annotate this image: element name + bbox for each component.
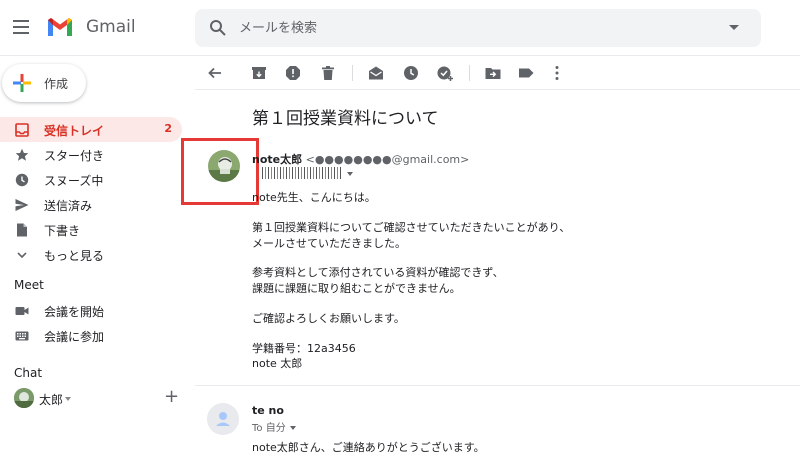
back-icon[interactable]: [206, 64, 224, 82]
archive-icon[interactable]: [250, 64, 268, 82]
message-body-line: 参考資料として添付されている資料が確認できず、: [252, 266, 504, 279]
sidebar-item-starred[interactable]: スター付き: [0, 142, 182, 167]
add-chat-icon[interactable]: +: [164, 386, 179, 407]
sidebar-item-label: スヌーズ中: [44, 174, 104, 188]
message-body-line: 第１回授業資料についてご確認させていただきたいことがあり、: [252, 221, 571, 234]
unread-count: 2: [164, 122, 172, 135]
sidebar-item-label: 受信トレイ: [44, 124, 105, 138]
move-to-icon[interactable]: [484, 64, 502, 82]
report-spam-icon[interactable]: [284, 64, 302, 82]
sender-name: note太郎: [252, 153, 303, 166]
chevron-down-icon[interactable]: [65, 397, 71, 401]
sidebar-item-join-meeting[interactable]: 会議に参加: [0, 323, 182, 348]
message-body-line: 課題に課題に取り組むことができません。: [252, 282, 461, 295]
gmail-logo-icon[interactable]: [46, 16, 74, 38]
sidebar-item-start-meeting[interactable]: 会議を開始: [0, 298, 182, 323]
sidebar: 作成 受信トレイ 2 スター付き スヌーズ中 送信済み 下書き もっと見る Me…: [0, 56, 190, 458]
message-toolbar: [195, 56, 800, 90]
reply-body-line: note太郎さん、ご連絡ありがとうございます。: [252, 441, 485, 454]
reply-recipient-label: To 自分: [252, 423, 286, 434]
search-options-icon[interactable]: [729, 25, 739, 30]
sidebar-item-label: もっと見る: [44, 249, 105, 263]
sidebar-item-sent[interactable]: 送信済み: [0, 192, 182, 217]
inbox-icon: [15, 123, 29, 137]
send-icon: [15, 199, 29, 211]
obscured-recipient: [262, 167, 342, 179]
reply-sender-name: te no: [252, 404, 284, 417]
message-body-line: 学籍番号：12a3456: [252, 342, 356, 355]
sidebar-item-drafts[interactable]: 下書き: [0, 217, 182, 242]
draft-icon: [17, 223, 27, 237]
app-name[interactable]: Gmail: [86, 17, 136, 37]
sidebar-item-label: 下書き: [44, 224, 81, 238]
main-menu-icon[interactable]: [13, 20, 29, 34]
message-body-line: note 太郎: [252, 357, 303, 370]
sidebar-item-label: 会議に参加: [44, 330, 105, 344]
chevron-down-icon[interactable]: [289, 426, 296, 430]
chevron-down-icon[interactable]: [347, 172, 353, 176]
plus-icon: [13, 74, 31, 92]
message-divider: [195, 385, 800, 386]
toolbar-separator: [352, 65, 353, 81]
message-body-line: ご確認よろしくお願いします。: [252, 312, 405, 325]
sender-line: note太郎 <●●●●●●●●@gmail.com>: [252, 151, 469, 167]
clock-icon: [15, 173, 29, 187]
sidebar-item-label: 送信済み: [44, 199, 93, 213]
message-body-line: note先生、こんにちは。: [252, 191, 376, 204]
add-task-icon[interactable]: [436, 64, 454, 82]
search-icon[interactable]: [209, 19, 227, 37]
top-bar: Gmail: [0, 0, 800, 56]
label-icon[interactable]: [517, 64, 535, 82]
message-subject: 第１回授業資料について: [252, 109, 439, 129]
message-body-line: メールさせていただきました。: [252, 237, 406, 250]
reply-avatar[interactable]: [207, 403, 239, 435]
chat-user-name: 太郎: [39, 393, 64, 407]
video-icon: [15, 307, 29, 315]
chevron-down-icon: [17, 252, 27, 259]
compose-label: 作成: [44, 77, 69, 91]
compose-button[interactable]: 作成: [2, 64, 86, 102]
sender-email: <●●●●●●●●@gmail.com>: [305, 153, 470, 166]
avatar-highlight-box: [181, 138, 259, 205]
sidebar-item-more[interactable]: もっと見る: [0, 242, 182, 267]
toolbar-separator: [469, 65, 470, 81]
delete-icon[interactable]: [319, 64, 337, 82]
snooze-icon[interactable]: [402, 64, 420, 82]
search-input[interactable]: [239, 18, 709, 38]
meet-section-title: Meet: [14, 278, 44, 292]
star-icon: [15, 148, 29, 161]
chat-user[interactable]: 太郎 +: [14, 386, 184, 410]
sidebar-item-label: スター付き: [44, 149, 105, 163]
search-bar[interactable]: [195, 9, 761, 47]
chat-section-title: Chat: [14, 366, 43, 380]
keyboard-icon: [15, 331, 29, 341]
sidebar-item-snoozed[interactable]: スヌーズ中: [0, 167, 182, 192]
reply-recipient[interactable]: To 自分: [252, 419, 296, 434]
more-icon[interactable]: [548, 64, 566, 82]
sidebar-item-label: 会議を開始: [44, 305, 105, 319]
avatar: [14, 388, 34, 408]
sidebar-item-inbox[interactable]: 受信トレイ 2: [0, 117, 182, 142]
mark-unread-icon[interactable]: [367, 64, 385, 82]
